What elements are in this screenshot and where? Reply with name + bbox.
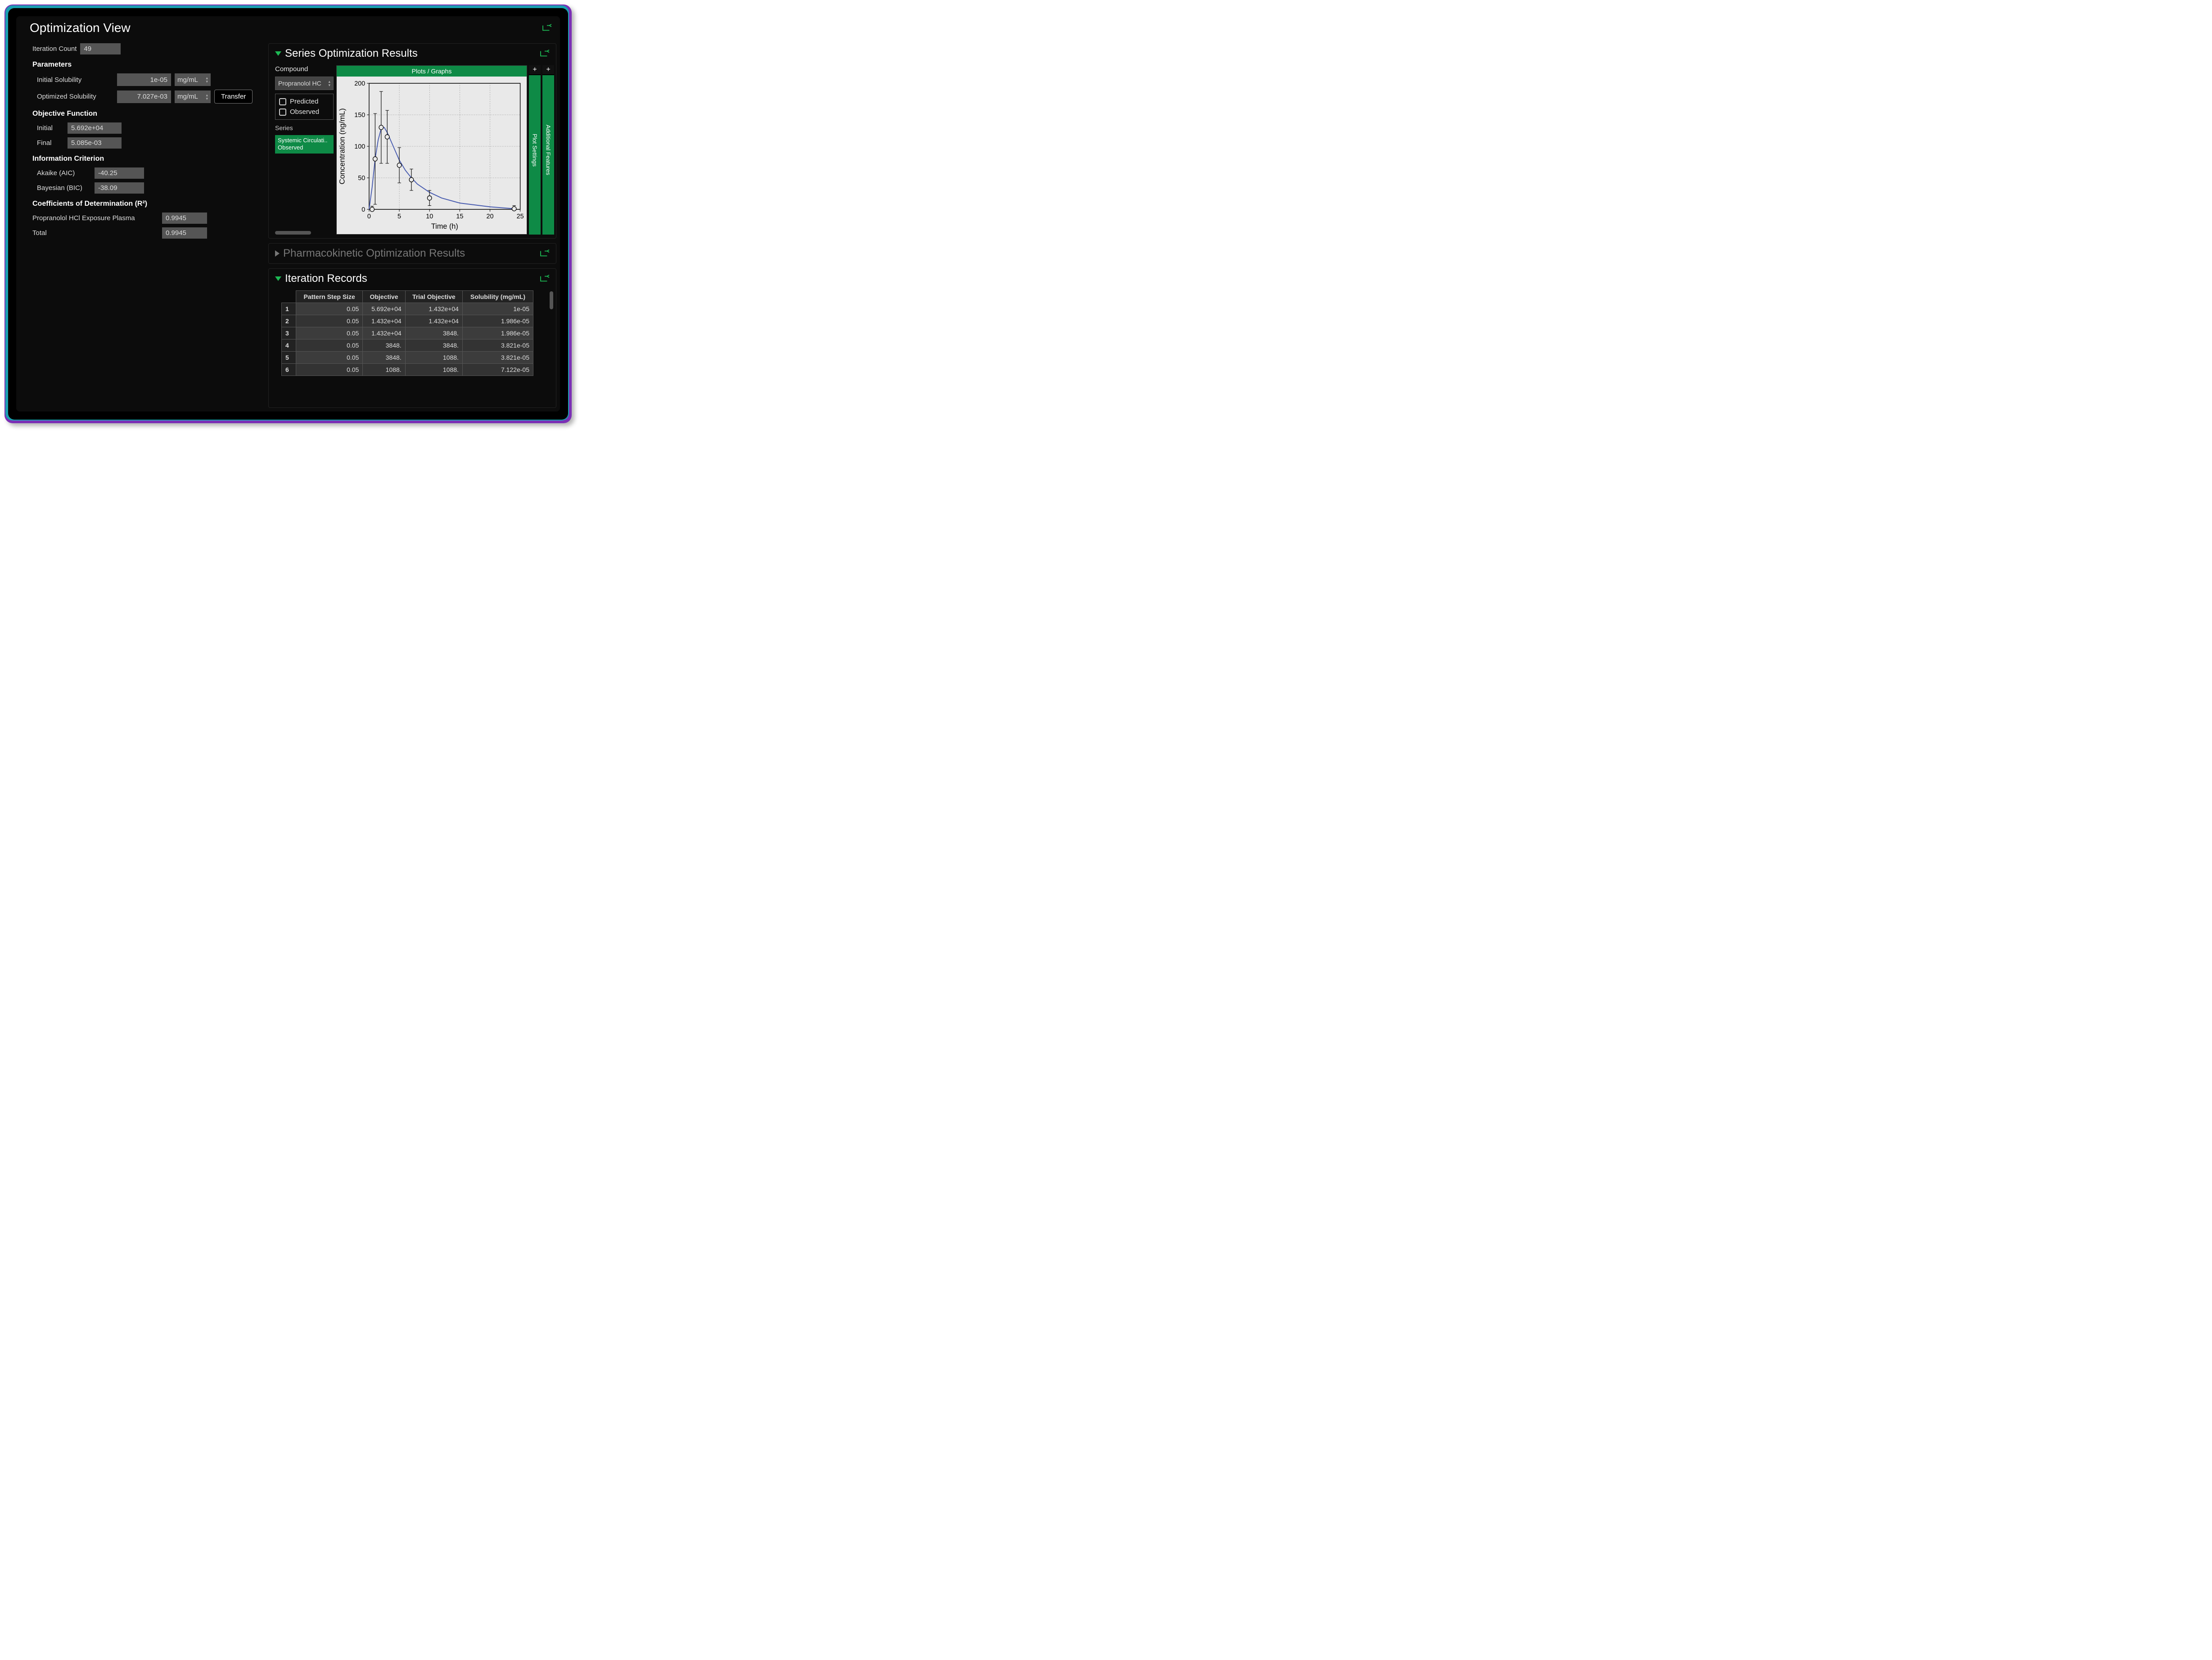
optimization-view-window: Optimization View Iteration Count 49 Par… [16, 16, 560, 412]
r2-heading: Coefficients of Determination (R²) [32, 200, 259, 208]
pk-optimization-panel: Pharmacokinetic Optimization Results [268, 243, 556, 264]
export-icon[interactable] [540, 249, 550, 258]
bic-label: Bayesian (BIC) [37, 184, 91, 192]
objective-initial-value: 5.692e+04 [68, 122, 122, 134]
series-label: Series [275, 124, 334, 131]
initial-solubility-row: Initial Solubility mg/mL ▴▾ [32, 73, 259, 86]
series-panel-title: Series Optimization Results [285, 47, 418, 60]
chevron-down-icon [275, 276, 281, 281]
svg-text:0: 0 [367, 213, 371, 220]
r2-row1-label: Propranolol HCl Exposure Plasma [32, 214, 158, 222]
initial-solubility-unit-select[interactable]: mg/mL ▴▾ [175, 73, 211, 86]
chevron-down-icon [275, 51, 281, 56]
chart-tab[interactable]: Plots / Graphs [337, 66, 527, 77]
svg-text:5: 5 [397, 213, 401, 220]
spinner-icon: ▴▾ [328, 80, 330, 87]
legend-box: Predicted Observed [275, 94, 334, 120]
table-row[interactable]: 30.051.432e+043848.1.986e-05 [282, 327, 533, 339]
export-icon[interactable] [540, 50, 550, 58]
iteration-panel-title: Iteration Records [285, 272, 367, 285]
legend-predicted[interactable]: Predicted [279, 98, 330, 105]
aic-value: -40.25 [95, 167, 144, 179]
export-icon[interactable] [542, 24, 552, 32]
aic-label: Akaike (AIC) [37, 169, 91, 177]
chevron-right-icon [275, 250, 280, 257]
series-select[interactable]: Systemic Circulati.. Observed [275, 135, 334, 154]
svg-text:20: 20 [486, 213, 493, 220]
iteration-panel-toggle[interactable]: Iteration Records [275, 272, 367, 285]
table-row[interactable]: 60.051088.1088.7.122e-05 [282, 364, 533, 376]
checkbox-icon[interactable] [279, 98, 286, 105]
series-optimization-panel: Series Optimization Results Compound [268, 43, 556, 239]
concentration-time-chart[interactable]: 0 5 10 15 20 25 0 50 100 150 200 Time (h) Concentrat… [337, 77, 527, 234]
objective-heading: Objective Function [32, 110, 259, 118]
spinner-icon: ▴▾ [206, 93, 208, 100]
r2-row1-value: 0.9945 [162, 213, 207, 224]
optimized-solubility-label: Optimized Solubility [37, 93, 113, 100]
legend-observed[interactable]: Observed [279, 108, 330, 116]
plot-settings-strip[interactable]: + Plot Settings [529, 65, 541, 235]
left-column: Iteration Count 49 Parameters Initial So… [20, 43, 263, 408]
optimized-solubility-unit-select[interactable]: mg/mL ▴▾ [175, 90, 211, 103]
initial-solubility-input[interactable] [117, 73, 171, 86]
pk-panel-toggle[interactable]: Pharmacokinetic Optimization Results [275, 247, 465, 260]
info-criterion-heading: Information Criterion [32, 155, 259, 163]
chart-container: Plots / Graphs 0 5 10 15 20 25 0 50 100 150 200 Tim… [336, 65, 527, 235]
spinner-icon: ▴▾ [206, 76, 208, 83]
horizontal-scrollbar[interactable] [275, 231, 311, 235]
right-column: Series Optimization Results Compound [268, 43, 556, 408]
svg-text:Concentration (ng/mL): Concentration (ng/mL) [338, 109, 347, 185]
vertical-scrollbar[interactable] [550, 291, 553, 309]
transfer-button[interactable]: Transfer [214, 90, 253, 104]
unit-value: mg/mL [177, 76, 198, 84]
svg-text:100: 100 [354, 143, 365, 150]
compound-label: Compound [275, 65, 334, 73]
svg-text:50: 50 [358, 175, 365, 182]
iteration-records-panel: Iteration Records Pattern Step SizeObjec… [268, 268, 556, 408]
compound-select[interactable]: Propranolol HC ▴▾ [275, 77, 334, 90]
objective-final-label: Final [37, 139, 64, 147]
svg-text:25: 25 [517, 213, 524, 220]
bic-value: -38.09 [95, 182, 144, 194]
svg-text:15: 15 [456, 213, 463, 220]
series-panel-toggle[interactable]: Series Optimization Results [275, 47, 418, 60]
export-icon[interactable] [540, 275, 550, 283]
iteration-count-label: Iteration Count [32, 45, 77, 53]
svg-text:Time (h): Time (h) [431, 222, 458, 231]
table-row[interactable]: 50.053848.1088.3.821e-05 [282, 352, 533, 364]
table-row[interactable]: 10.055.692e+041.432e+041e-05 [282, 303, 533, 315]
optimized-solubility-row: Optimized Solubility mg/mL ▴▾ Transfer [32, 90, 259, 104]
compound-value: Propranolol HC [278, 80, 321, 87]
titlebar: Optimization View [16, 16, 560, 43]
table-row[interactable]: 20.051.432e+041.432e+041.986e-05 [282, 315, 533, 327]
svg-text:150: 150 [354, 112, 365, 119]
objective-initial-label: Initial [37, 124, 64, 132]
pk-panel-title: Pharmacokinetic Optimization Results [283, 247, 465, 260]
r2-row2-value: 0.9945 [162, 227, 207, 239]
plus-icon[interactable]: + [542, 65, 554, 75]
iteration-count-value: 49 [80, 43, 121, 54]
svg-text:0: 0 [361, 206, 365, 213]
iteration-count-row: Iteration Count 49 [32, 43, 259, 54]
table-row[interactable]: 40.053848.3848.3.821e-05 [282, 339, 533, 352]
additional-features-strip[interactable]: + Additional Features [542, 65, 554, 235]
objective-final-value: 5.085e-03 [68, 137, 122, 149]
plus-icon[interactable]: + [529, 65, 541, 75]
svg-text:10: 10 [426, 213, 433, 220]
parameters-heading: Parameters [32, 61, 259, 69]
iteration-table[interactable]: Pattern Step SizeObjectiveTrial Objectiv… [281, 290, 533, 376]
unit-value: mg/mL [177, 93, 198, 100]
optimized-solubility-input[interactable] [117, 90, 171, 103]
svg-text:200: 200 [354, 80, 365, 87]
r2-row2-label: Total [32, 229, 158, 237]
initial-solubility-label: Initial Solubility [37, 76, 113, 84]
checkbox-icon[interactable] [279, 109, 286, 116]
page-title: Optimization View [30, 21, 131, 35]
